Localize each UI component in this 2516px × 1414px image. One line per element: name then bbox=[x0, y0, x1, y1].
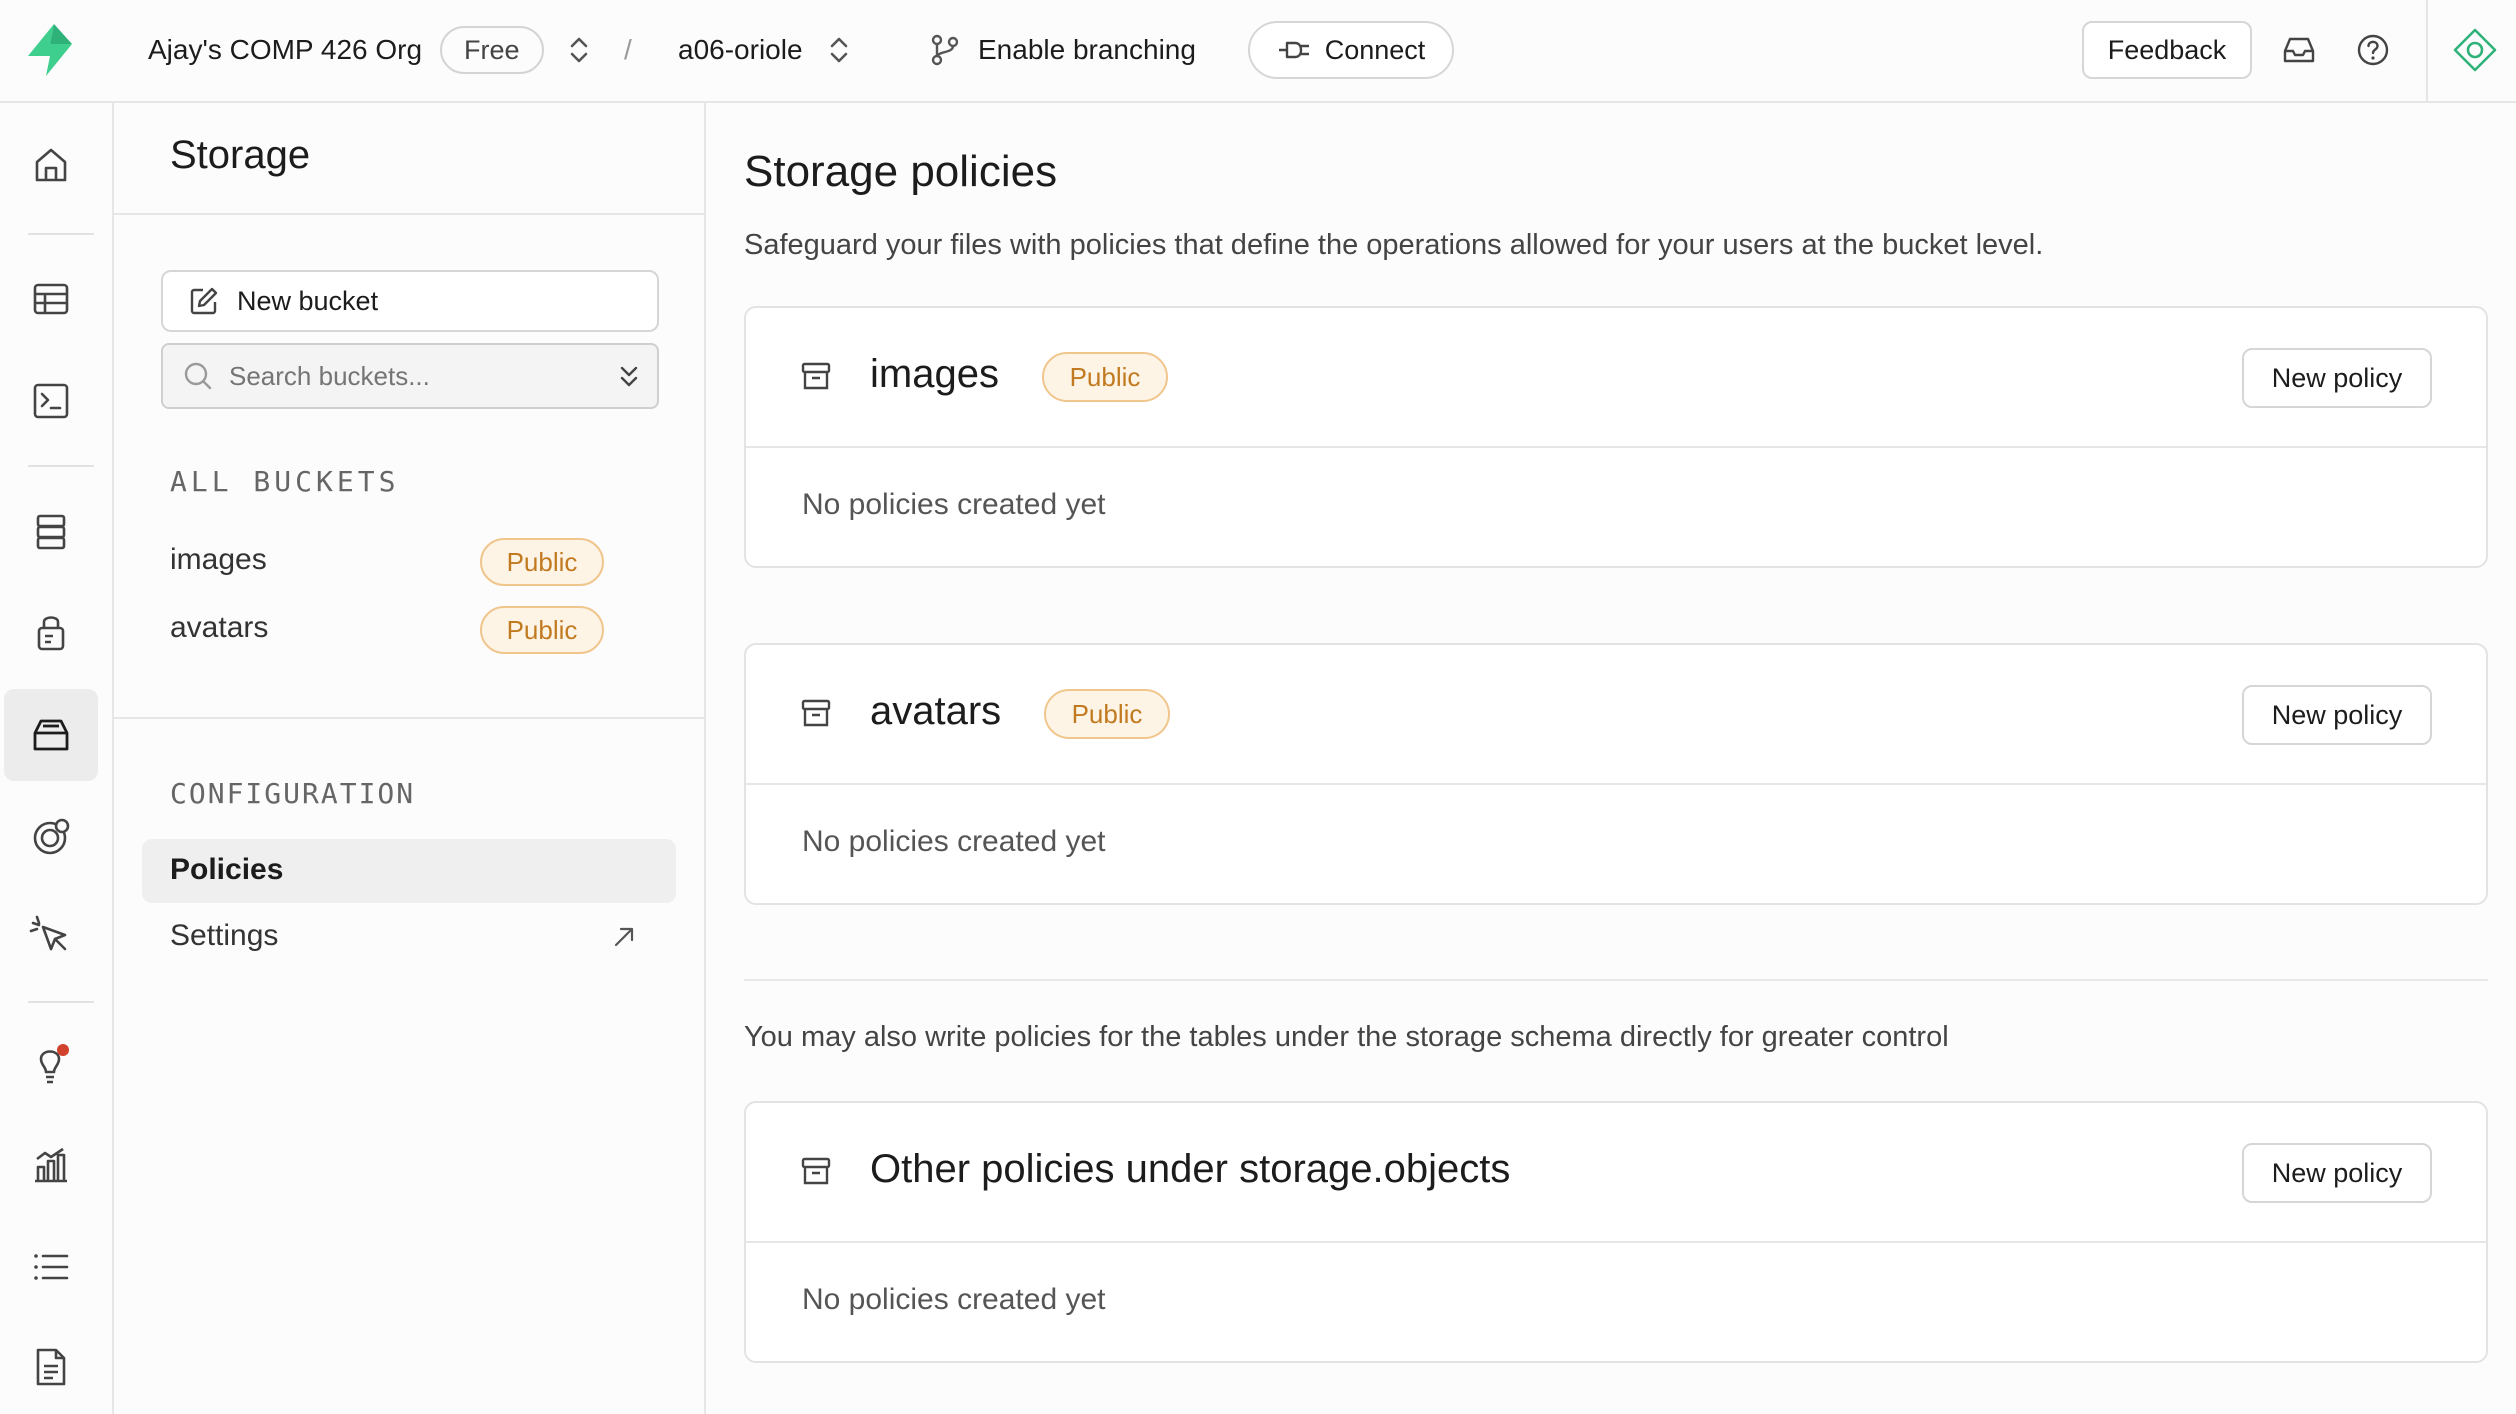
card-title: avatars bbox=[870, 689, 1002, 733]
config-item-policies[interactable]: Policies bbox=[142, 839, 676, 903]
search-icon bbox=[183, 361, 213, 391]
main-content: Storage policies Safeguard your files wi… bbox=[706, 103, 2516, 1414]
other-policies-card: Other policies under storage.objects New… bbox=[744, 1101, 2488, 1363]
enable-branching-button[interactable]: Enable branching bbox=[928, 0, 1196, 100]
topbar-divider bbox=[2426, 0, 2428, 101]
supabase-logo-icon[interactable] bbox=[20, 0, 80, 100]
storage-icon[interactable] bbox=[4, 689, 98, 781]
new-policy-button[interactable]: New policy bbox=[2242, 348, 2432, 408]
authentication-icon[interactable] bbox=[4, 586, 98, 678]
nav-divider bbox=[28, 1001, 94, 1003]
assistant-diamond-icon[interactable] bbox=[2452, 0, 2498, 100]
project-switcher-chevrons-icon[interactable] bbox=[826, 0, 852, 100]
database-icon[interactable] bbox=[4, 486, 98, 578]
config-item-label: Policies bbox=[170, 853, 284, 886]
bucket-item-avatars[interactable]: avatars Public bbox=[114, 599, 704, 661]
sidebar-title: Storage bbox=[170, 133, 311, 177]
card-title: Other policies under storage.objects bbox=[870, 1147, 1511, 1191]
new-policy-button[interactable]: New policy bbox=[2242, 685, 2432, 745]
sql-editor-icon[interactable] bbox=[4, 355, 98, 447]
left-nav bbox=[0, 103, 114, 1414]
all-buckets-heading: ALL BUCKETS bbox=[170, 465, 400, 498]
archive-icon bbox=[800, 697, 832, 729]
config-item-label: Settings bbox=[170, 919, 279, 952]
nav-divider bbox=[28, 465, 94, 467]
new-bucket-button[interactable]: New bucket bbox=[161, 270, 659, 332]
external-link-icon bbox=[612, 925, 636, 949]
realtime-icon[interactable] bbox=[4, 791, 98, 883]
public-badge: Public bbox=[1042, 352, 1168, 402]
org-switcher-chevrons-icon[interactable] bbox=[566, 0, 592, 100]
org-name[interactable]: Ajay's COMP 426 Org bbox=[148, 0, 422, 100]
empty-state-text: No policies created yet bbox=[802, 825, 1106, 858]
bucket-item-images[interactable]: images Public bbox=[114, 531, 704, 593]
logs-icon[interactable] bbox=[4, 1221, 98, 1313]
other-policies-note: You may also write policies for the tabl… bbox=[744, 1021, 1949, 1053]
project-name[interactable]: a06-oriole bbox=[678, 0, 803, 100]
plan-badge: Free bbox=[440, 26, 544, 74]
archive-icon bbox=[800, 360, 832, 392]
enable-branching-label: Enable branching bbox=[978, 34, 1196, 65]
archive-icon bbox=[800, 1155, 832, 1187]
storage-sidebar: Storage New bucket ALL BUCKETS images Pu… bbox=[114, 103, 706, 1414]
sidebar-divider bbox=[114, 717, 704, 719]
empty-state-text: No policies created yet bbox=[802, 488, 1106, 521]
card-title: images bbox=[870, 352, 999, 396]
connect-button[interactable]: Connect bbox=[1248, 21, 1454, 79]
edit-icon bbox=[189, 286, 219, 316]
empty-state-text: No policies created yet bbox=[802, 1283, 1106, 1316]
plug-icon bbox=[1277, 38, 1311, 62]
top-bar: Ajay's COMP 426 Org Free / a06-oriole En… bbox=[0, 0, 2516, 103]
config-item-settings[interactable]: Settings bbox=[142, 905, 676, 969]
sidebar-divider bbox=[114, 213, 704, 215]
api-docs-icon[interactable] bbox=[4, 1321, 98, 1413]
git-branch-icon bbox=[928, 33, 962, 67]
public-badge: Public bbox=[1044, 689, 1170, 739]
breadcrumb-separator: / bbox=[624, 34, 632, 65]
bucket-name: avatars bbox=[170, 611, 269, 644]
table-editor-icon[interactable] bbox=[4, 253, 98, 345]
edge-functions-icon[interactable] bbox=[4, 891, 98, 983]
new-policy-button[interactable]: New policy bbox=[2242, 1143, 2432, 1203]
search-buckets-input[interactable] bbox=[227, 359, 611, 393]
notification-dot bbox=[57, 1044, 69, 1056]
configuration-heading: CONFIGURATION bbox=[170, 777, 416, 810]
feedback-button[interactable]: Feedback bbox=[2082, 21, 2252, 79]
public-badge: Public bbox=[480, 606, 604, 654]
home-icon[interactable] bbox=[4, 119, 98, 211]
connect-label: Connect bbox=[1324, 34, 1426, 65]
page-subtitle: Safeguard your files with policies that … bbox=[744, 229, 2044, 261]
sort-chevrons-icon[interactable] bbox=[615, 361, 643, 393]
inbox-icon[interactable] bbox=[2282, 0, 2316, 100]
search-buckets-field[interactable] bbox=[161, 343, 659, 409]
new-bucket-label: New bucket bbox=[237, 285, 379, 316]
public-badge: Public bbox=[480, 538, 604, 586]
page-title: Storage policies bbox=[744, 147, 1058, 196]
advisors-icon[interactable] bbox=[4, 1018, 98, 1110]
bucket-policy-card-images: images Public New policy No policies cre… bbox=[744, 306, 2488, 568]
bucket-policy-card-avatars: avatars Public New policy No policies cr… bbox=[744, 643, 2488, 905]
section-divider bbox=[744, 979, 2488, 981]
nav-divider bbox=[28, 233, 94, 235]
reports-icon[interactable] bbox=[4, 1119, 98, 1211]
bucket-name: images bbox=[170, 543, 267, 576]
help-icon[interactable] bbox=[2356, 0, 2390, 100]
